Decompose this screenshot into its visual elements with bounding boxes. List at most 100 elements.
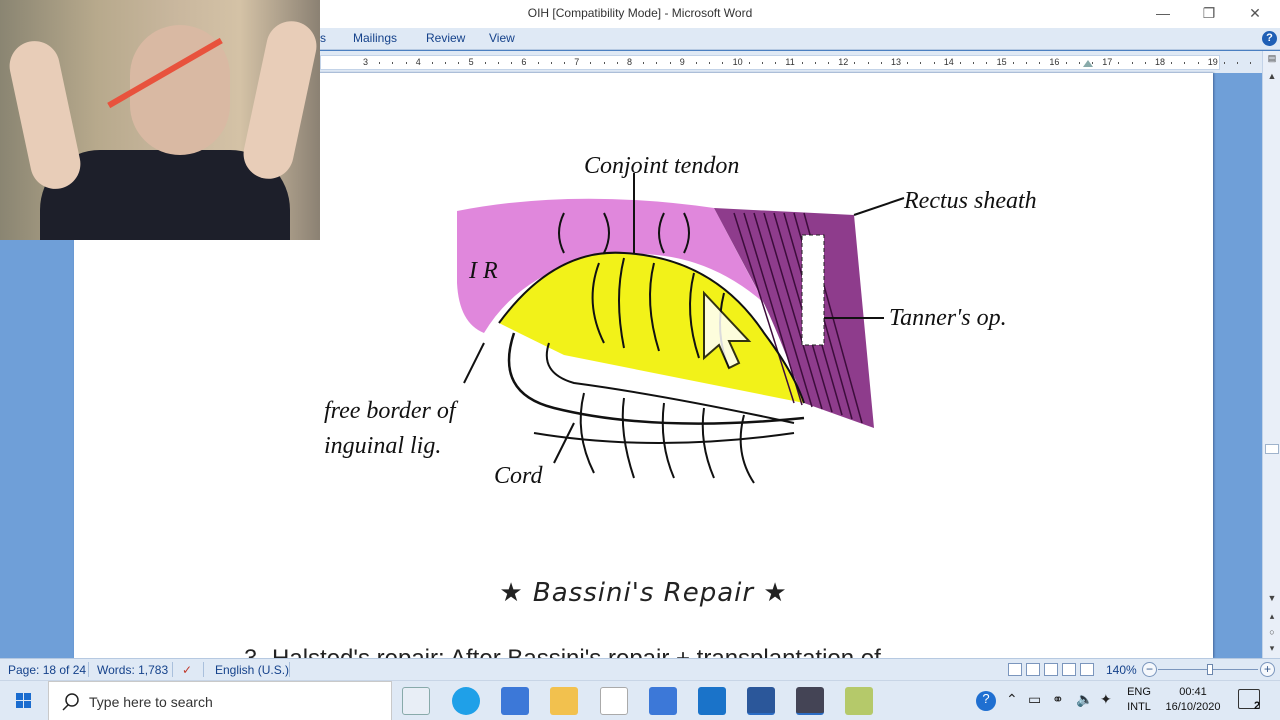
scroll-up-icon[interactable]: ▲ [1265, 69, 1279, 83]
clock[interactable]: 00:41 16/10/2020 [1160, 685, 1226, 715]
camera-app-icon[interactable] [796, 687, 824, 715]
tab-view[interactable]: View [489, 31, 515, 45]
start-button[interactable] [0, 681, 48, 720]
webcam-overlay [0, 0, 320, 240]
full-screen-view-icon[interactable] [1026, 663, 1040, 676]
label-inguinal-lig: inguinal lig. [324, 433, 441, 459]
body-text-line: 3- Halsted's repair: After Bassini's rep… [244, 645, 881, 658]
previous-page-icon[interactable]: ▴ [1265, 609, 1279, 623]
ruler-tick [854, 62, 856, 64]
tab-review[interactable]: Review [426, 31, 465, 45]
ruler-toggle-icon[interactable]: ▤ [1265, 51, 1279, 65]
ruler-tick [432, 62, 433, 64]
label-free-border: free border of [324, 398, 459, 424]
bassini-diagram: Conjoint tendon Rectus sheath I R Tanner… [324, 153, 1037, 489]
ruler-tick [973, 62, 975, 64]
scroll-thumb[interactable] [1265, 444, 1279, 454]
ruler-tick [1237, 62, 1239, 64]
input-language[interactable]: ENG INTL [1122, 685, 1156, 715]
ruler-tick [907, 62, 909, 64]
close-button[interactable]: ✕ [1232, 0, 1278, 28]
dropbox-icon[interactable]: ✦ [1100, 691, 1112, 708]
taskbar: Type here to search ? ⌃ ▭ ⚭ 🔈 ✦ ENG INTL… [0, 680, 1280, 720]
ruler-tick [498, 62, 499, 64]
help-icon[interactable]: ? [1262, 31, 1277, 46]
tanner-window [801, 234, 825, 346]
tab-mailings[interactable]: Mailings [353, 31, 397, 45]
ruler-number: 18 [1155, 57, 1166, 67]
ruler-tick [590, 62, 592, 64]
language-indicator[interactable]: English (U.S.) [215, 663, 289, 677]
volume-icon[interactable]: 🔈 [1076, 691, 1093, 708]
zoom-in-button[interactable]: + [1260, 662, 1275, 677]
network-icon[interactable]: ⚭ [1052, 691, 1064, 708]
ruler-tick [484, 62, 486, 64]
ruler-tick [828, 62, 829, 64]
ruler-tick [775, 62, 777, 64]
store-icon[interactable] [649, 687, 677, 715]
status-bar: Page: 18 of 24 Words: 1,783 ✓ English (U… [0, 658, 1280, 680]
label-ir: I R [468, 258, 498, 284]
notification-badge: 2 [1253, 700, 1261, 712]
ruler-tick [1171, 62, 1173, 64]
browse-object-icon[interactable]: ○ [1265, 625, 1279, 639]
mail-icon[interactable] [698, 687, 726, 715]
ruler-number: 19 [1207, 57, 1218, 67]
battery-icon[interactable]: ▭ [1028, 691, 1041, 708]
ruler-tick [920, 62, 922, 64]
ruler-tick [986, 62, 988, 64]
edge-icon[interactable] [452, 687, 480, 715]
scroll-down-icon[interactable]: ▼ [1265, 591, 1279, 605]
print-layout-view-icon[interactable] [1008, 663, 1022, 676]
ruler-number: 5 [468, 57, 474, 67]
ruler-tick [1184, 62, 1186, 64]
pinned-app-icon[interactable] [501, 687, 529, 715]
amazon-icon[interactable] [600, 687, 628, 715]
task-view-icon[interactable] [402, 687, 430, 715]
draft-view-icon[interactable] [1080, 663, 1094, 676]
ruler-tick [1131, 62, 1133, 64]
tab-partial[interactable]: s [320, 31, 326, 45]
ruler-number: 6 [521, 57, 527, 67]
ruler-number: 4 [415, 57, 421, 67]
next-page-icon[interactable]: ▾ [1265, 641, 1279, 655]
input-language-secondary: INTL [1127, 701, 1151, 713]
zoom-slider-thumb[interactable] [1207, 664, 1213, 675]
ruler-number: 15 [996, 57, 1007, 67]
help-tray-icon[interactable]: ? [976, 691, 996, 711]
zoom-level[interactable]: 140% [1106, 663, 1137, 677]
minimize-button[interactable]: — [1140, 0, 1186, 28]
taskbar-search[interactable]: Type here to search [48, 681, 392, 720]
ruler-tick [392, 62, 394, 64]
ruler-number: 8 [627, 57, 633, 67]
show-hidden-icons-icon[interactable]: ⌃ [1006, 691, 1018, 708]
notes-app-icon[interactable] [845, 687, 873, 715]
ruler-tick [696, 62, 697, 64]
outline-view-icon[interactable] [1062, 663, 1076, 676]
word-count[interactable]: Words: 1,783 [97, 663, 168, 677]
proofing-icon[interactable]: ✓ [182, 663, 192, 677]
label-tanners-op: Tanner's op. [889, 305, 1007, 331]
ruler-tick [762, 62, 763, 64]
maximize-button[interactable]: ❐ [1186, 0, 1232, 28]
ruler-tick [1118, 62, 1120, 64]
page-count[interactable]: Page: 18 of 24 [8, 663, 86, 677]
ruler-tick [550, 62, 552, 64]
vertical-scrollbar[interactable]: ▤ ▲ ▼ ▴ ○ ▾ [1262, 51, 1280, 658]
horizontal-ruler[interactable]: 3 4 5 6 7 8 9 10 11 12 13 14 15 16 17 18 19 [320, 55, 1252, 70]
clock-date: 16/10/2020 [1165, 701, 1221, 713]
ruler-tick [458, 62, 460, 64]
ruler-tick [656, 62, 658, 64]
ruler-number: 12 [838, 57, 849, 67]
web-layout-view-icon[interactable] [1044, 663, 1058, 676]
file-explorer-icon[interactable] [550, 687, 578, 715]
ruler-tick [1026, 62, 1027, 64]
zoom-out-button[interactable]: − [1142, 662, 1157, 677]
ruler-tick [1065, 62, 1067, 64]
ruler-tick [867, 62, 869, 64]
ruler-tick [1197, 62, 1199, 64]
ruler-tick [722, 62, 724, 64]
ruler-number: 17 [1102, 57, 1113, 67]
ruler-tick [445, 62, 447, 64]
word-icon[interactable] [747, 687, 775, 715]
